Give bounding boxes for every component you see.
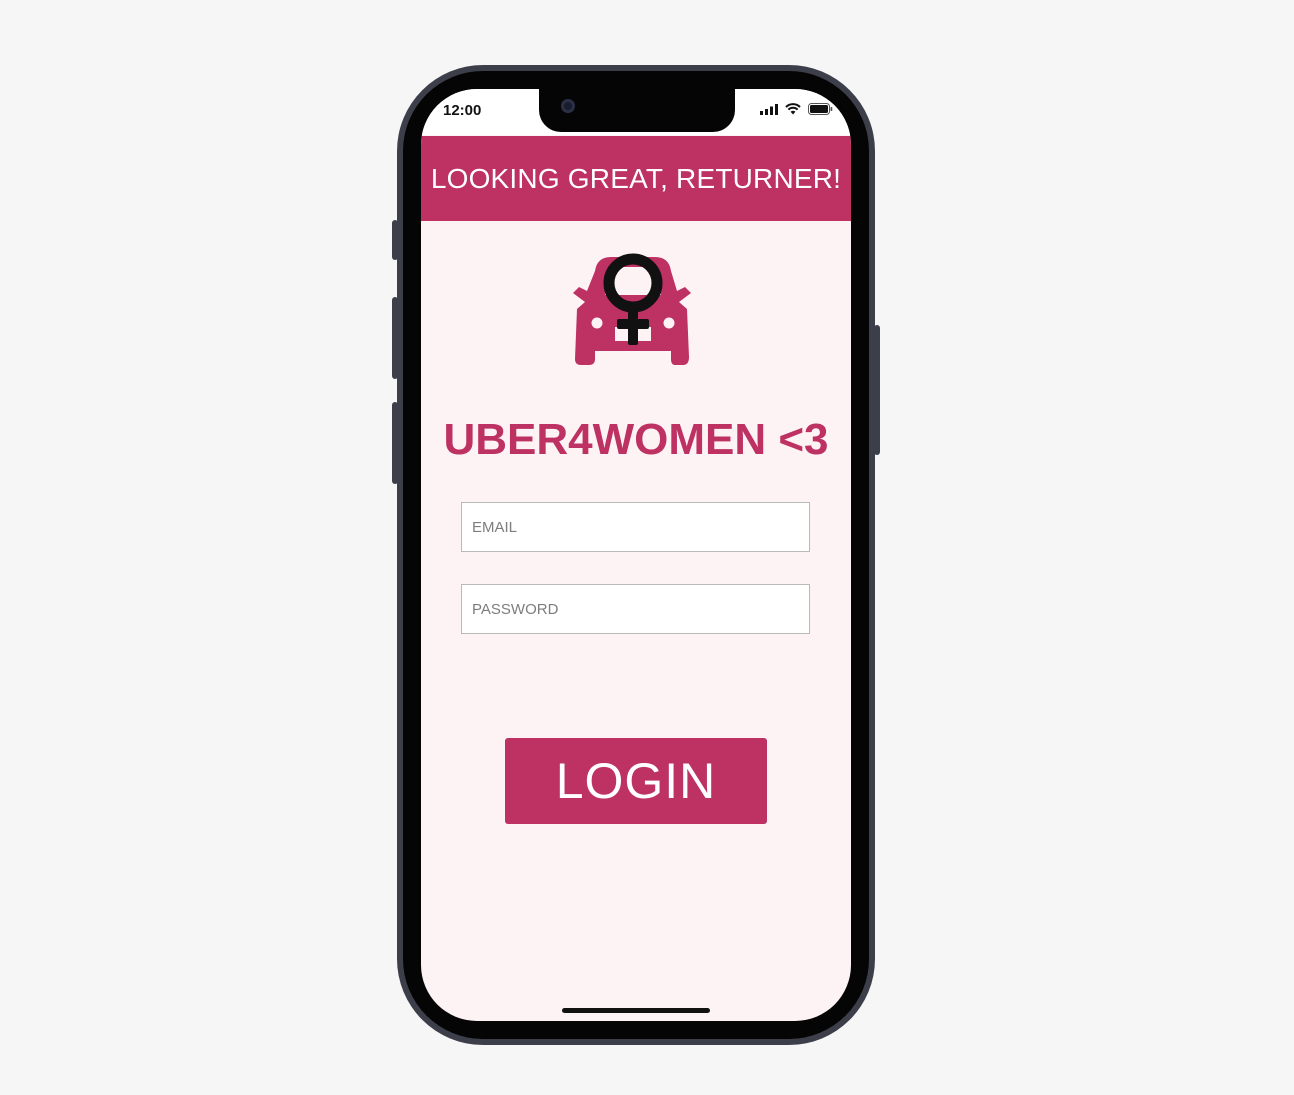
login-button[interactable]: LOGIN xyxy=(505,738,767,824)
password-field[interactable] xyxy=(461,584,810,634)
welcome-banner-text: LOOKING GREAT, RETURNER! xyxy=(430,162,842,194)
battery-icon xyxy=(808,103,833,115)
signal-icon xyxy=(760,103,778,115)
status-icons xyxy=(760,103,833,115)
volume-down-button xyxy=(392,402,398,484)
status-bar: 12:00 xyxy=(421,89,851,135)
welcome-banner: LOOKING GREAT, RETURNER! xyxy=(421,136,851,221)
email-field[interactable] xyxy=(461,502,810,552)
power-button xyxy=(874,325,880,455)
home-indicator[interactable] xyxy=(562,1008,710,1013)
notch xyxy=(539,89,735,132)
wifi-icon xyxy=(785,103,801,115)
front-camera xyxy=(561,99,575,113)
action-button xyxy=(392,220,398,260)
car-female-symbol-icon xyxy=(573,253,691,365)
volume-up-button xyxy=(392,297,398,379)
status-time: 12:00 xyxy=(443,102,482,119)
app-title: UBER4WOMEN <3 xyxy=(443,415,829,464)
app-screen: 12:00 LOOKING GREAT, RETURNER! UBER4WOME… xyxy=(421,89,851,1021)
